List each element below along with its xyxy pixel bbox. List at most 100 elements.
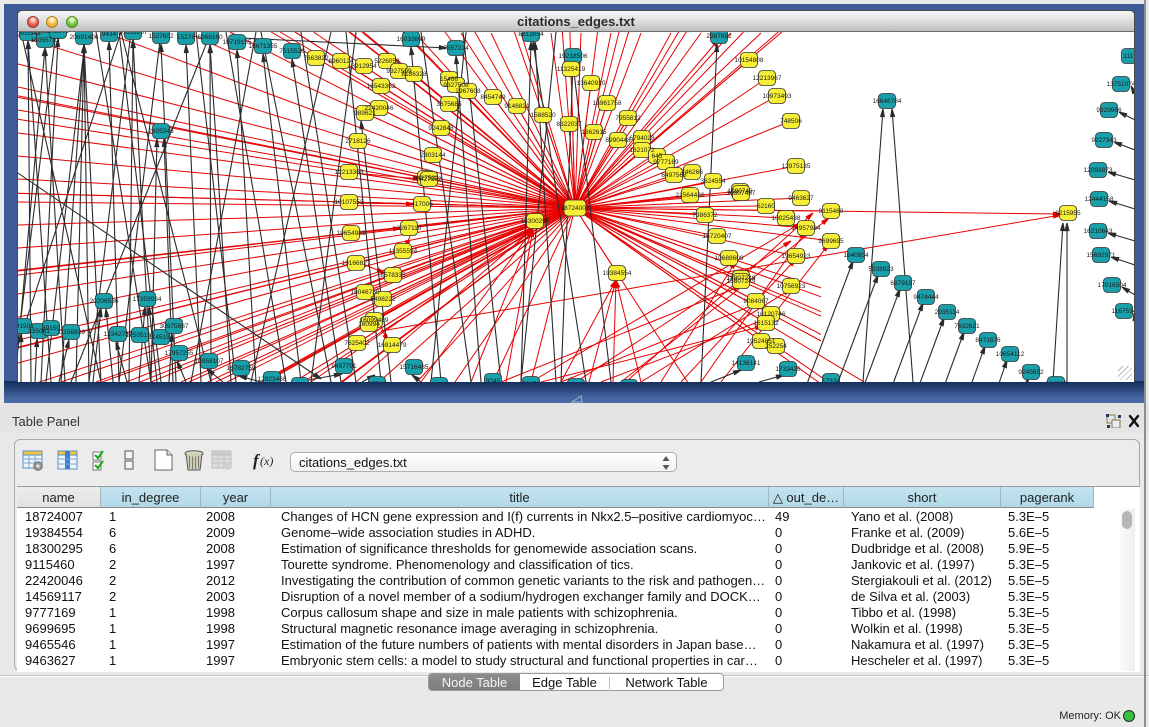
svg-text:2605346: 2605346: [148, 128, 174, 135]
svg-text:9699695: 9699695: [818, 238, 844, 245]
svg-text:20206536: 20206536: [90, 298, 119, 305]
svg-text:9777169: 9777169: [653, 159, 679, 166]
svg-text:8813054: 8813054: [518, 32, 544, 38]
svg-text:5498222: 5498222: [370, 296, 396, 303]
svg-text:16046738: 16046738: [351, 289, 380, 296]
svg-text:10973493: 10973493: [763, 93, 792, 100]
svg-text:12923468: 12923468: [258, 376, 287, 382]
svg-text:19384554: 19384554: [603, 270, 632, 277]
svg-text:9329966: 9329966: [1096, 107, 1122, 114]
svg-text:1167534: 1167534: [1112, 308, 1134, 315]
svg-text:748506: 748506: [780, 118, 802, 125]
svg-text:16961758: 16961758: [593, 100, 622, 107]
svg-text:8427552: 8427552: [416, 176, 442, 183]
svg-text:15716485: 15716485: [400, 364, 429, 371]
svg-text:7515526: 7515526: [279, 48, 305, 55]
svg-text:12975135: 12975135: [782, 163, 811, 170]
svg-text:7955812: 7955812: [615, 115, 641, 122]
svg-text:12444158: 12444158: [1085, 196, 1114, 203]
svg-text:15720407: 15720407: [703, 233, 732, 240]
svg-text:10853267: 10853267: [119, 32, 148, 36]
svg-text:16033809: 16033809: [397, 36, 426, 43]
svg-text:17334: 17334: [822, 378, 840, 382]
svg-text:10756923: 10756923: [777, 283, 806, 290]
svg-text:1117: 1117: [1123, 53, 1134, 60]
svg-text:15276: 15276: [177, 34, 195, 41]
svg-text:20691406: 20691406: [70, 34, 99, 41]
svg-text:92456: 92456: [522, 381, 540, 382]
svg-text:8186328: 8186328: [401, 71, 427, 78]
svg-text:9115460: 9115460: [819, 208, 844, 215]
svg-text:16210643: 16210643: [1084, 228, 1113, 235]
svg-text:16543362: 16543362: [367, 83, 396, 90]
svg-text:10688609: 10688609: [715, 255, 744, 262]
svg-text:14055713: 14055713: [31, 37, 60, 44]
svg-text:16914479: 16914479: [378, 342, 407, 349]
svg-text:5226058: 5226058: [374, 58, 400, 65]
svg-text:10807487: 10807487: [727, 190, 756, 197]
svg-text:2803144: 2803144: [420, 152, 446, 159]
svg-text:8471676: 8471676: [975, 337, 1001, 344]
svg-text:417006: 417006: [411, 201, 433, 208]
svg-text:19218506: 19218506: [559, 53, 588, 60]
svg-text:8454749: 8454749: [480, 94, 506, 101]
svg-text:6966160: 6966160: [197, 34, 223, 41]
svg-text:19654983: 19654983: [337, 230, 366, 237]
svg-text:12213363: 12213363: [335, 169, 364, 176]
svg-text:30975887: 30975887: [160, 323, 189, 330]
svg-text:10025438: 10025438: [772, 215, 801, 222]
svg-text:905571: 905571: [47, 32, 69, 35]
svg-text:9245652: 9245652: [1018, 369, 1044, 376]
svg-text:9434: 9434: [102, 32, 117, 38]
svg-text:746266: 746266: [681, 169, 703, 176]
svg-text:2967608: 2967608: [455, 88, 481, 95]
svg-text:3675685: 3675685: [436, 101, 462, 108]
svg-text:16120746: 16120746: [757, 311, 786, 318]
svg-text:1640954: 1640954: [843, 252, 869, 259]
svg-text:9146821: 9146821: [504, 103, 530, 110]
svg-text:924565: 924565: [1045, 381, 1067, 382]
svg-text:1527602: 1527602: [148, 33, 174, 40]
svg-text:21564436: 21564436: [676, 192, 705, 199]
svg-text:19166827: 19166827: [342, 260, 371, 267]
svg-text:2935114: 2935114: [935, 309, 960, 316]
svg-text:18724007: 18724007: [561, 205, 590, 212]
svg-text:1615132: 1615132: [753, 320, 779, 327]
svg-text:13751074: 13751074: [1107, 81, 1134, 88]
svg-text:8578335: 8578335: [380, 272, 406, 279]
svg-text:9457791: 9457791: [331, 363, 357, 370]
svg-text:9084067: 9084067: [743, 298, 769, 305]
svg-text:3624554: 3624554: [700, 178, 726, 185]
svg-text:9227343: 9227343: [1091, 137, 1117, 144]
svg-text:1588520: 1588520: [530, 112, 556, 119]
svg-text:2987682: 2987682: [706, 33, 732, 40]
svg-text:15716: 15716: [368, 381, 386, 382]
svg-text:1145194: 1145194: [149, 334, 174, 341]
svg-text:3267110: 3267110: [397, 225, 422, 232]
svg-text:10958107: 10958107: [195, 358, 224, 365]
svg-text:19654923: 19654923: [782, 253, 811, 260]
svg-text:16648784: 16648784: [873, 98, 902, 105]
svg-text:8990448: 8990448: [605, 137, 631, 144]
svg-text:8912954: 8912954: [351, 63, 377, 70]
svg-text:252254: 252254: [765, 343, 787, 350]
svg-text:12213967: 12213967: [753, 75, 782, 82]
svg-text:15692971: 15692971: [1087, 252, 1116, 259]
svg-text:8215955: 8215955: [1055, 210, 1081, 217]
svg-text:13640910: 13640910: [577, 80, 606, 87]
svg-text:9242848: 9242848: [428, 125, 454, 132]
svg-text:11325419: 11325419: [557, 66, 586, 73]
svg-text:15807249: 15807249: [727, 278, 756, 285]
svg-text:1362615: 1362615: [581, 129, 607, 136]
svg-text:1733426: 1733426: [775, 366, 801, 373]
svg-text:12093873: 12093873: [1084, 167, 1113, 174]
svg-text:16782759: 16782759: [227, 365, 256, 372]
svg-text:8960124: 8960124: [328, 58, 354, 65]
svg-text:7663822: 7663822: [303, 55, 329, 62]
svg-text:989621: 989621: [354, 110, 376, 117]
svg-text:10107553: 10107553: [335, 199, 364, 206]
svg-text:18300295: 18300295: [521, 218, 550, 225]
svg-text:62160: 62160: [757, 203, 775, 210]
svg-text:2718126: 2718126: [345, 138, 371, 145]
svg-text:9463627: 9463627: [788, 195, 814, 202]
